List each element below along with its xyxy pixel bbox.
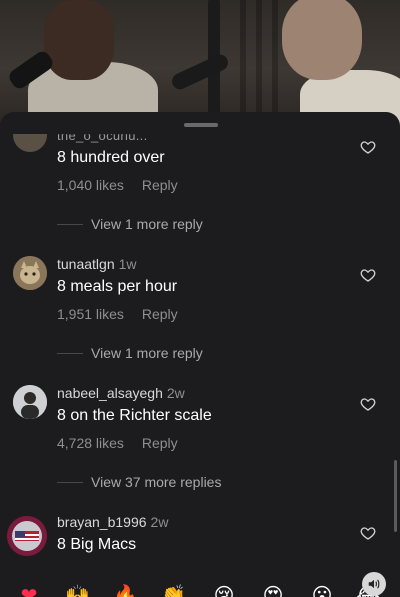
thread-line [57, 352, 83, 354]
like-count: 1,040 likes [57, 177, 124, 193]
comment-text: 8 on the Richter scale [57, 407, 212, 424]
heart-outline-icon[interactable] [360, 139, 376, 155]
avatar[interactable] [13, 134, 47, 152]
view-more-replies[interactable]: View 1 more reply [57, 345, 203, 361]
like-count: 1,951 likes [57, 306, 124, 322]
comment-meta: 4,728 likes Reply [57, 435, 178, 451]
comment-username[interactable]: nabeel_alsayegh [57, 385, 163, 401]
comments-sheet[interactable]: the_o_ocuriu... 8 hundred over 1,040 lik… [0, 112, 400, 597]
comment-time: 2w [166, 385, 185, 401]
view-more-replies[interactable]: View 37 more replies [57, 474, 221, 490]
raising-hands-icon[interactable]: 🙌 [65, 583, 90, 597]
comment-text: 8 hundred over [57, 149, 165, 166]
cat-avatar-icon [13, 256, 47, 290]
surprised-face-icon[interactable]: 😮 [310, 583, 334, 597]
crying-face-icon[interactable]: 😢 [212, 583, 236, 597]
host-right-head [282, 0, 362, 80]
view-more-label[interactable]: View 37 more replies [91, 474, 221, 490]
like-count: 4,728 likes [57, 435, 124, 451]
microphone [169, 52, 231, 92]
scrollbar[interactable] [394, 460, 397, 532]
flag-avatar-icon [7, 516, 47, 556]
video-player[interactable] [0, 0, 400, 126]
person-avatar-icon [13, 385, 47, 419]
studio-panel [256, 0, 262, 126]
comment-username[interactable]: tunaatlgn [57, 256, 115, 272]
comment-username-row: brayan_b1996 2w [57, 514, 168, 530]
sound-toggle-button[interactable] [362, 572, 386, 596]
comment-text: 8 meals per hour [57, 278, 178, 295]
view-more-replies[interactable]: View 1 more reply [57, 216, 203, 232]
reply-button[interactable]: Reply [142, 435, 178, 451]
avatar[interactable] [7, 516, 47, 556]
comment-time: 1w [118, 256, 137, 272]
comment-meta: 1,951 likes Reply [57, 306, 178, 322]
heart-eyes-icon[interactable]: 😍 [261, 583, 285, 597]
host-left-head [44, 0, 114, 80]
heart-outline-icon[interactable] [360, 396, 376, 412]
drag-handle[interactable] [184, 123, 218, 127]
comment-meta: 1,040 likes Reply [57, 177, 178, 193]
heart-outline-icon[interactable] [360, 525, 376, 541]
speaker-icon [368, 579, 380, 589]
clapping-hands-icon[interactable]: 👏 [161, 583, 186, 597]
view-more-label[interactable]: View 1 more reply [91, 345, 203, 361]
comment-time: 2w [150, 514, 169, 530]
comment-username-row: tunaatlgn 1w [57, 256, 137, 272]
view-more-label[interactable]: View 1 more reply [91, 216, 203, 232]
studio-panel [240, 0, 246, 126]
heart-outline-icon[interactable] [360, 267, 376, 283]
thread-line [57, 223, 83, 225]
comment-username-row: nabeel_alsayegh 2w [57, 385, 185, 401]
red-heart-icon[interactable]: ❤ [17, 583, 41, 597]
studio-panel [272, 0, 278, 126]
fire-icon[interactable]: 🔥 [113, 583, 138, 597]
comment-username[interactable]: brayan_b1996 [57, 514, 147, 530]
reply-button[interactable]: Reply [142, 177, 178, 193]
avatar[interactable] [13, 256, 47, 290]
emoji-reaction-bar: ❤ 🙌 🔥 👏 😢 😍 😮 😂 [0, 577, 400, 597]
comment-username[interactable]: the_o_ocuriu... [57, 134, 148, 143]
thread-line [57, 481, 83, 483]
comment-text: 8 Big Macs [57, 536, 137, 553]
avatar[interactable] [13, 385, 47, 419]
reply-button[interactable]: Reply [142, 306, 178, 322]
